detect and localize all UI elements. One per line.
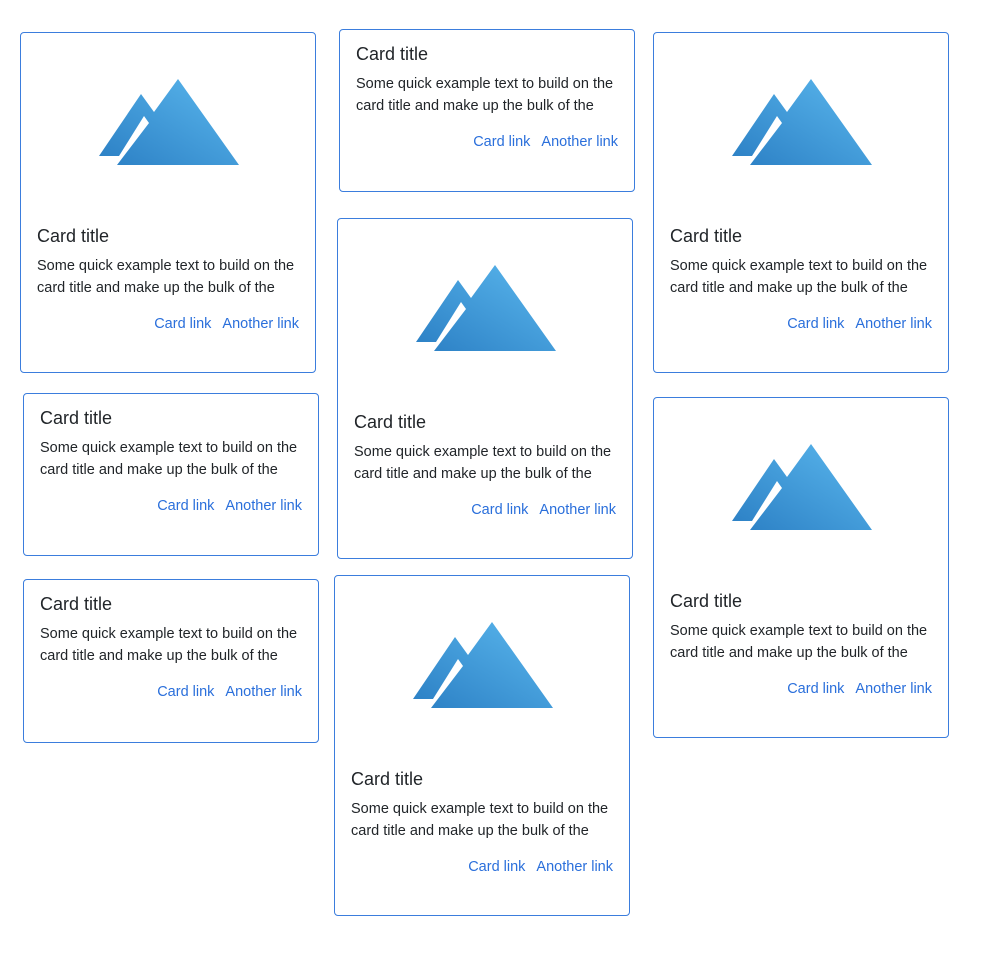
card-link[interactable]: Card link xyxy=(787,316,844,332)
card-title: Card title xyxy=(40,594,113,614)
card-text: Some quick example text to build on the … xyxy=(670,623,928,661)
another-link[interactable]: Another link xyxy=(855,681,932,697)
card-text: Some quick example text to build on the … xyxy=(40,626,298,664)
card: Card title Some quick example text to bu… xyxy=(334,575,630,916)
card-link[interactable]: Card link xyxy=(157,498,214,514)
card-title: Card title xyxy=(37,226,110,246)
card-image xyxy=(335,576,629,760)
another-link[interactable]: Another link xyxy=(222,316,299,332)
card-link[interactable]: Card link xyxy=(157,684,214,700)
card-text: Some quick example text to build on the … xyxy=(351,801,609,839)
card: Card title Some quick example text to bu… xyxy=(653,397,949,738)
card: Card title Some quick example text to bu… xyxy=(20,32,316,373)
another-link[interactable]: Another link xyxy=(539,502,616,518)
card-image xyxy=(338,219,632,403)
mountain-icon xyxy=(413,622,553,708)
card-title: Card title xyxy=(356,44,429,64)
mountain-icon xyxy=(99,79,239,165)
card-title: Card title xyxy=(354,412,427,432)
card-link[interactable]: Card link xyxy=(787,681,844,697)
card-text: Some quick example text to build on the … xyxy=(354,444,612,482)
card-text: Some quick example text to build on the … xyxy=(37,258,295,296)
card-title: Card title xyxy=(670,591,743,611)
card-text: Some quick example text to build on the … xyxy=(670,258,928,296)
mountain-icon xyxy=(732,444,872,530)
card-image xyxy=(654,33,948,217)
card-link[interactable]: Card link xyxy=(154,316,211,332)
card-link[interactable]: Card link xyxy=(468,859,525,875)
another-link[interactable]: Another link xyxy=(541,134,618,150)
card-image xyxy=(654,398,948,582)
card: Card title Some quick example text to bu… xyxy=(653,32,949,373)
card: Card title Some quick example text to bu… xyxy=(23,579,319,743)
card-title: Card title xyxy=(670,226,743,246)
card-title: Card title xyxy=(40,408,113,428)
another-link[interactable]: Another link xyxy=(225,498,302,514)
card-title: Card title xyxy=(351,769,424,789)
card-text: Some quick example text to build on the … xyxy=(356,76,614,114)
another-link[interactable]: Another link xyxy=(855,316,932,332)
card: Card title Some quick example text to bu… xyxy=(339,29,635,192)
card-link[interactable]: Card link xyxy=(471,502,528,518)
another-link[interactable]: Another link xyxy=(225,684,302,700)
card-text: Some quick example text to build on the … xyxy=(40,440,298,478)
mountain-icon xyxy=(416,265,556,351)
card: Card title Some quick example text to bu… xyxy=(23,393,319,556)
card: Card title Some quick example text to bu… xyxy=(337,218,633,559)
another-link[interactable]: Another link xyxy=(536,859,613,875)
card-link[interactable]: Card link xyxy=(473,134,530,150)
card-image xyxy=(21,33,315,217)
mountain-icon xyxy=(732,79,872,165)
